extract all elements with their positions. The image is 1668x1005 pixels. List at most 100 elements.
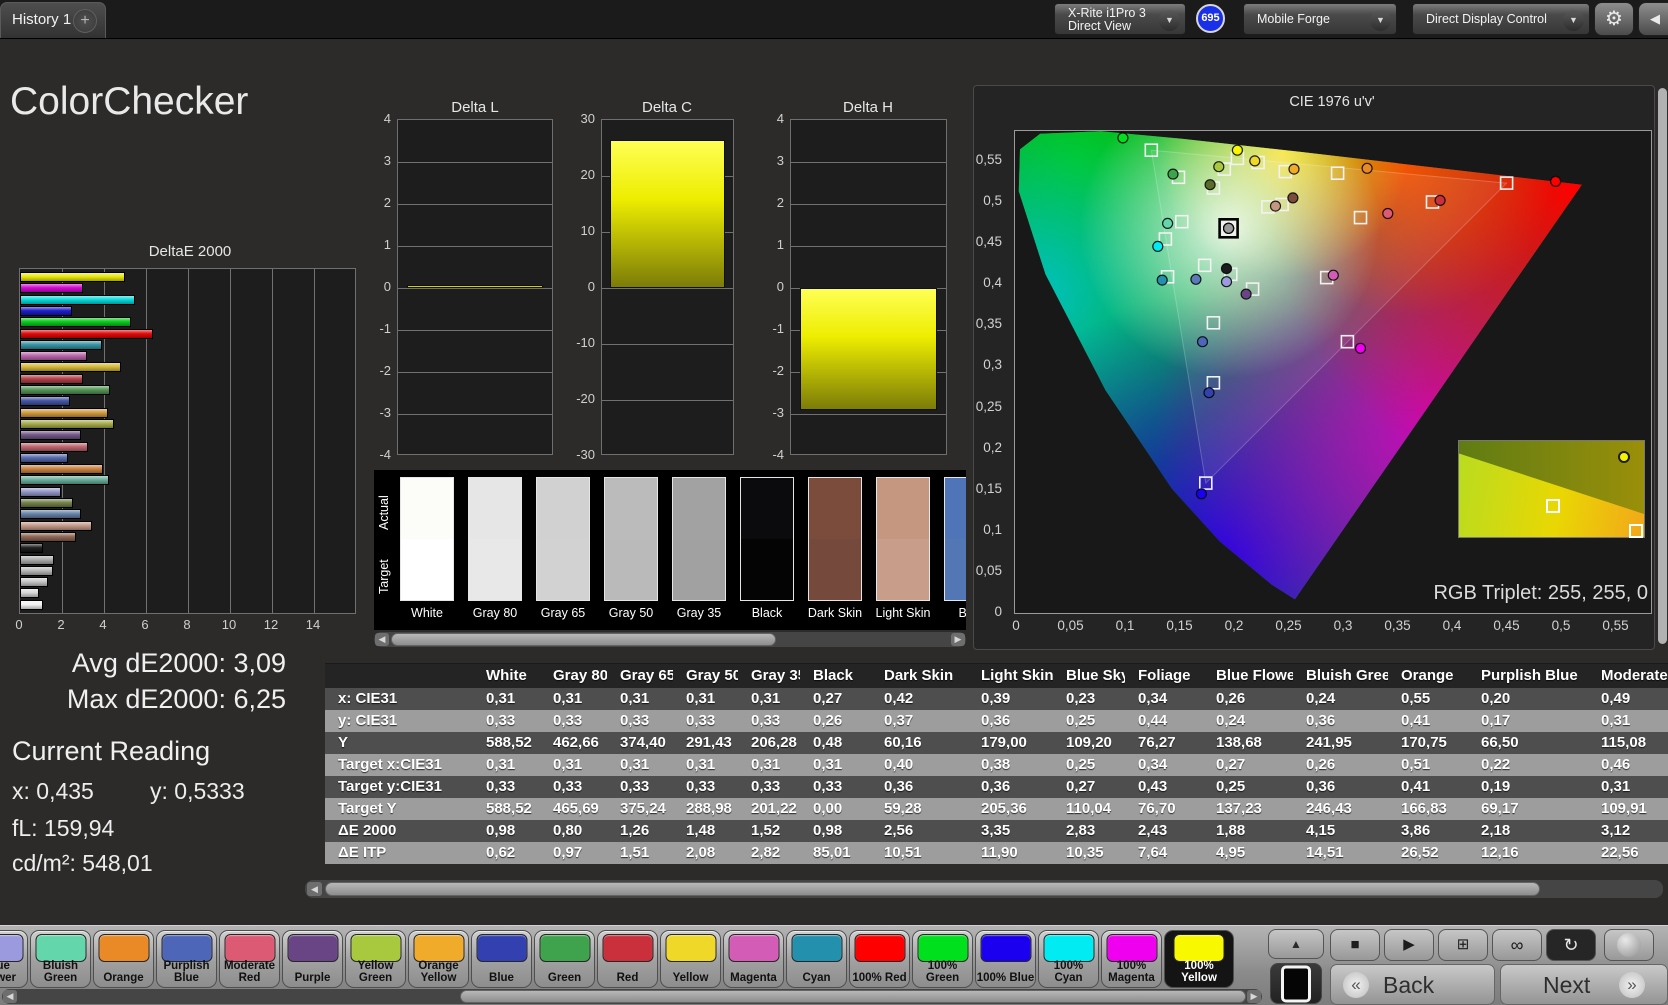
table-cell: 0,34: [1138, 690, 1168, 707]
table-row: Target Y 588,52 465,69 375,24 288,98 201,22 0,…: [325, 798, 1668, 820]
source-dropdown[interactable]: Mobile Forge ▼: [1243, 3, 1397, 35]
workflow-dropdown[interactable]: Direct Display Control ▼: [1412, 3, 1590, 35]
scroll-left-icon[interactable]: ◀: [307, 882, 322, 896]
patch-scrollbar[interactable]: ◀ ▶: [2, 989, 1262, 1004]
table-row: Y 588,52 462,66 374,40 291,43 206,28 0,48 60,16…: [325, 732, 1668, 754]
refresh-button[interactable]: ↻: [1546, 929, 1596, 961]
play-button[interactable]: ▶: [1384, 929, 1434, 961]
chevron-down-icon[interactable]: ▼: [1159, 10, 1180, 31]
swatch-target: [876, 539, 930, 601]
delta-gridline: [791, 162, 946, 163]
tab-history-1[interactable]: History 1 +: [0, 2, 106, 38]
patch-button-100-blue[interactable]: 100% Blue: [975, 930, 1036, 988]
cie-y-tick-label: 0,45: [975, 234, 1002, 250]
deltae-chart: [19, 268, 356, 614]
patch-button-100-red[interactable]: 100% Red: [849, 930, 910, 988]
table-header-row: White Gray 80 Gray 65 Gray 50 Gray 35 Black Da…: [325, 664, 1668, 688]
swatch-target: [400, 539, 454, 601]
next-chevron-icon: »: [1619, 972, 1645, 998]
chevron-down-icon[interactable]: ▼: [1563, 10, 1584, 31]
pattern-size-button[interactable]: ⊞: [1438, 929, 1488, 961]
patch-button-label: Yellow: [672, 972, 709, 985]
deltae-bar: [20, 430, 81, 441]
table-cell: 0,36: [981, 712, 1011, 729]
row-header: y: CIE31: [338, 712, 398, 729]
patch-button-magenta[interactable]: Magenta: [723, 930, 784, 988]
swatch-scrollbar[interactable]: ◀ ▶: [374, 632, 966, 647]
patch-button-orange[interactable]: Orange: [93, 930, 154, 988]
patch-color: [791, 934, 842, 962]
table-cell: 0,26: [1216, 690, 1246, 707]
patch-color: [161, 934, 212, 962]
delta-chart-delta-l: [397, 119, 553, 455]
pattern-window-button[interactable]: [1270, 963, 1322, 1004]
delta-tick-label: 1: [383, 237, 391, 252]
row-header: ΔE ITP: [338, 844, 387, 861]
swatch-strip: Actual Target White Gray 80 Gray 65 Gray 50…: [374, 470, 966, 630]
meter-dropdown[interactable]: X-Rite i1Pro 3 Direct View ▼: [1054, 3, 1186, 35]
deltae-bar: [20, 498, 74, 508]
patch-button-100-magenta[interactable]: 100% Magenta: [1101, 930, 1162, 988]
patch-color: [1043, 934, 1094, 962]
table-cell: 2,18: [1481, 822, 1511, 839]
table-cell: 0,80: [553, 822, 583, 839]
patch-button-100-green[interactable]: 100% Green: [912, 930, 973, 988]
deltae-bar: [20, 599, 43, 610]
table-scrollbar-thumb[interactable]: [325, 882, 1540, 896]
patch-button-label: Cyan: [802, 972, 831, 985]
measured-marker: Blue Flower: [1220, 276, 1233, 288]
patch-button-label: 100% Yellow: [1181, 959, 1217, 985]
swatch-label: Dark Skin: [807, 606, 863, 620]
patch-button-moderate-red[interactable]: Moderate Red: [219, 930, 280, 988]
delta-gridline: [602, 344, 733, 345]
scroll-left-icon[interactable]: ◀: [375, 633, 389, 646]
table-cell: 115,08: [1601, 734, 1647, 751]
patch-color: [854, 934, 905, 962]
deltae-bar: [20, 543, 43, 554]
calman-window: History 1 + X-Rite i1Pro 3 Direct View ▼…: [0, 0, 1668, 1005]
patch-scrollbar-thumb[interactable]: [460, 990, 1246, 1003]
record-button[interactable]: [1604, 929, 1654, 961]
patch-button-purple[interactable]: Purple: [282, 930, 343, 988]
patch-button-purplish-blue[interactable]: Purplish Blue: [156, 930, 217, 988]
patch-button-yellow[interactable]: Yellow: [660, 930, 721, 988]
patch-button-yellow-green[interactable]: Yellow Green: [345, 930, 406, 988]
table-cell: 2,08: [686, 844, 716, 861]
back-button[interactable]: « Back: [1330, 964, 1495, 1005]
patch-button-green[interactable]: Green: [534, 930, 595, 988]
table-cell: 0,42: [884, 690, 914, 707]
scroll-right-icon[interactable]: ▶: [1247, 990, 1261, 1003]
cie-x-tick-label: 0,15: [1166, 618, 1193, 633]
deltae-gridline: [188, 269, 189, 613]
table-cell: 166,83: [1401, 800, 1447, 817]
swatch-target: [672, 539, 726, 601]
table-cell: 69,17: [1481, 800, 1519, 817]
patch-button-bluish-green[interactable]: Bluish Green: [30, 930, 91, 988]
scroll-right-icon[interactable]: ▶: [951, 633, 965, 646]
scroll-left-icon[interactable]: ◀: [3, 990, 17, 1003]
deltae-bar: [20, 554, 54, 565]
chevron-down-icon[interactable]: ▼: [1370, 10, 1391, 31]
patch-button-blue[interactable]: Blue: [471, 930, 532, 988]
panel-resize-strip[interactable]: [1658, 88, 1667, 644]
table-scrollbar[interactable]: ◀: [305, 880, 1663, 898]
cie-y-tick-label: 0,5: [983, 193, 1002, 208]
patch-button-100-yellow[interactable]: 100% Yellow: [1164, 930, 1234, 988]
delta-chart-delta-h: [790, 119, 947, 455]
patch-color: [1173, 934, 1225, 962]
swatch-label: Gray 80: [472, 606, 518, 620]
patch-button-100-cyan[interactable]: 100% Cyan: [1038, 930, 1099, 988]
stop-button[interactable]: ■: [1330, 929, 1380, 961]
patch-button-blue-flower[interactable]: Blue Flower: [0, 930, 28, 988]
patch-button-red[interactable]: Red: [597, 930, 658, 988]
loop-button[interactable]: ∞: [1492, 929, 1542, 961]
table-cell: 2,83: [1066, 822, 1096, 839]
patch-button-orange-yellow[interactable]: Orange Yellow: [408, 930, 469, 988]
swatch-scrollbar-thumb[interactable]: [391, 633, 776, 646]
next-button[interactable]: Next »: [1500, 964, 1668, 1005]
add-tab-button[interactable]: +: [73, 9, 97, 33]
gear-icon[interactable]: ⚙: [1594, 2, 1634, 36]
scroll-up-icon[interactable]: ▲: [1268, 929, 1324, 959]
collapse-panel-icon[interactable]: ◀: [1638, 2, 1668, 36]
patch-button-cyan[interactable]: Cyan: [786, 930, 847, 988]
